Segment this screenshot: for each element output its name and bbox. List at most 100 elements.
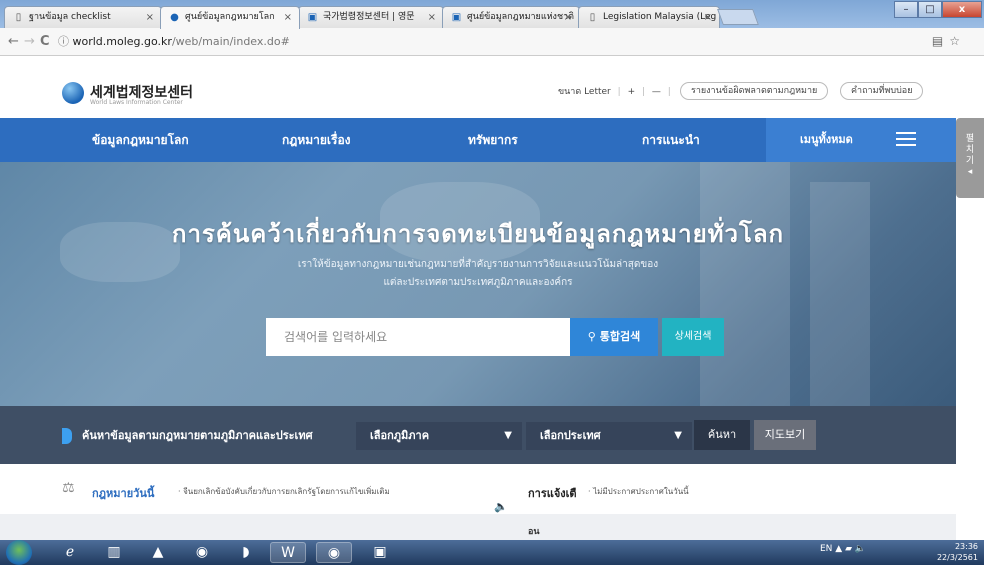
chevron-down-icon: ▼ bbox=[504, 430, 512, 441]
close-icon[interactable]: × bbox=[146, 7, 154, 28]
site-icon: ▣ bbox=[451, 12, 462, 23]
faq-button[interactable]: คำถามที่พบบ่อย bbox=[840, 82, 924, 100]
tab-label: ศูนย์ข้อมูลกฎหมายโลก bbox=[185, 12, 275, 22]
nav-item-resources[interactable]: ทรัพยากร bbox=[468, 118, 518, 162]
accent-marker bbox=[62, 428, 72, 444]
today-law-label[interactable]: กฎหมายวันนี้ bbox=[92, 484, 154, 502]
filter-search-button[interactable]: ค้นหา bbox=[694, 420, 750, 450]
tab-label: 국가법령정보센터 | 영문 bbox=[323, 12, 415, 22]
notice-label[interactable]: การแจ้งเตื bbox=[528, 484, 577, 502]
hero-title: การค้นคว้าเกี่ยวกับการจดทะเบียนข้อมูลกฎห… bbox=[171, 220, 785, 248]
start-button[interactable] bbox=[6, 540, 32, 565]
chrome-icon[interactable]: ◉ bbox=[184, 542, 220, 563]
today-law-text[interactable]: · จีนยกเลิกข้อบังคับเกี่ยวกับการยกเลิกรั… bbox=[178, 485, 390, 498]
site-header: 세계법제정보센터 World Laws Information Center ข… bbox=[0, 56, 984, 118]
search-icon: ⚲ bbox=[587, 330, 596, 343]
notice-strip-text: อน bbox=[528, 527, 540, 537]
star-icon[interactable]: ☆ bbox=[949, 34, 966, 48]
address-bar: ← → C ⓘ world.moleg.go.kr/web/main/index… bbox=[0, 28, 984, 56]
nav-item-law-topics[interactable]: กฎหมายเรื่อง bbox=[282, 118, 351, 162]
close-window-button[interactable]: x bbox=[942, 1, 982, 18]
notice-strip: อน bbox=[0, 514, 956, 540]
info-icon: ⓘ bbox=[58, 35, 69, 48]
map-view-button[interactable]: 지도보기 bbox=[754, 420, 816, 450]
close-icon[interactable]: × bbox=[564, 7, 572, 28]
size-label: ขนาด Letter bbox=[558, 87, 611, 97]
browser-tab-korean-law[interactable]: ▣ 국가법령정보센터 | 영문 × bbox=[298, 6, 444, 28]
back-icon[interactable]: ← bbox=[8, 34, 19, 49]
browser-tab-bar: ▯ ฐานข้อมูล checklist × ● ศูนย์ข้อมูลกฎห… bbox=[0, 0, 984, 29]
hero-banner: การค้นคว้าเกี่ยวกับการจดทะเบียนข้อมูลกฎห… bbox=[0, 162, 956, 406]
zoom-out-button[interactable]: — bbox=[652, 87, 661, 97]
report-error-button[interactable]: รายงานข้อผิดพลาดตามกฎหมาย bbox=[680, 82, 829, 100]
close-icon[interactable]: × bbox=[284, 7, 292, 28]
url-field[interactable]: ⓘ world.moleg.go.kr/web/main/index.do# bbox=[58, 32, 290, 52]
hamburger-icon bbox=[896, 132, 916, 146]
integrated-search-button[interactable]: ⚲ 통합검색 bbox=[570, 318, 658, 356]
filter-label: ค้นหาข้อมูลตามกฎหมายตามภูมิภาคและประเทศ bbox=[82, 429, 313, 442]
browser-tab-national-law[interactable]: ▣ ศูนย์ข้อมูลกฎหมายแห่งชาติ × bbox=[442, 6, 580, 28]
app-icon[interactable]: ◗ bbox=[228, 542, 264, 563]
region-select-value: เลือกภูมิภาค bbox=[370, 429, 430, 442]
country-select[interactable]: เลือกประเทศ ▼ bbox=[526, 422, 692, 450]
all-menu-button[interactable]: เมนูทั้งหมด bbox=[766, 118, 956, 162]
gavel-icon: ⚖ bbox=[62, 480, 75, 496]
url-host: world.moleg.go.kr bbox=[72, 35, 172, 48]
windows-taskbar: ℯ ▥ ▲ ◉ ◗ W ◉ ▣ EN ▲ ▰ 🔈 23:36 22/3/2561 bbox=[0, 540, 984, 565]
chrome-window-icon[interactable]: ◉ bbox=[316, 542, 352, 563]
browser-tab-world-law[interactable]: ● ศูนย์ข้อมูลกฎหมายโลก × bbox=[160, 6, 300, 29]
hero-desc-line2: แต่ละประเทศตามประเทศภูมิภาคและองค์กร bbox=[383, 277, 573, 288]
clock-date: 22/3/2561 bbox=[936, 553, 978, 562]
hero-desc-line1: เราให้ข้อมูลทางกฎหมายเช่นกฎหมายที่สำคัญร… bbox=[297, 259, 659, 270]
system-tray: EN ▲ ▰ 🔈 bbox=[820, 544, 866, 554]
expand-side-tab[interactable]: 펼 치 기 ◂ bbox=[956, 118, 984, 198]
line-icon[interactable]: ▣ bbox=[362, 542, 398, 563]
vlc-icon[interactable]: ▲ bbox=[140, 542, 176, 563]
new-tab-button[interactable] bbox=[717, 9, 759, 25]
close-icon[interactable]: × bbox=[704, 7, 712, 28]
url-path: /web/main/index.do# bbox=[171, 35, 290, 48]
globe-logo-icon[interactable] bbox=[62, 82, 84, 104]
forward-icon[interactable]: → bbox=[24, 34, 35, 49]
window-controls: – □ x bbox=[894, 1, 982, 19]
tab-label: Legislation Malaysia (Leg bbox=[603, 12, 717, 22]
clock-time: 23:36 bbox=[954, 542, 978, 551]
region-filter-bar: ค้นหาข้อมูลตามกฎหมายตามภูมิภาคและประเทศ … bbox=[0, 406, 956, 464]
minimize-button[interactable]: – bbox=[894, 1, 918, 18]
site-icon: ● bbox=[170, 12, 179, 23]
font-size-controls: ขนาด Letter | + | — | bbox=[558, 87, 671, 97]
maximize-button[interactable]: □ bbox=[918, 1, 942, 18]
internet-explorer-icon[interactable]: ℯ bbox=[52, 542, 88, 563]
address-bar-actions: ▤☆ bbox=[932, 34, 966, 48]
translate-icon[interactable]: ▤ bbox=[932, 34, 949, 48]
zoom-in-button[interactable]: + bbox=[628, 87, 636, 97]
all-menu-label: เมนูทั้งหมด bbox=[800, 133, 853, 146]
volume-icon[interactable]: 🔈 bbox=[855, 544, 866, 554]
nav-item-world-law[interactable]: ข้อมูลกฎหมายโลก bbox=[92, 118, 189, 162]
word-icon[interactable]: W bbox=[270, 542, 306, 563]
hero-description: เราให้ข้อมูลทางกฎหมายเช่นกฎหมายที่สำคัญร… bbox=[0, 256, 956, 292]
search-input[interactable]: 검색어를 입력하세요 bbox=[266, 318, 570, 356]
site-icon: ▣ bbox=[307, 12, 318, 23]
reload-icon[interactable]: C bbox=[40, 34, 50, 49]
search-button-label: 통합검색 bbox=[599, 330, 641, 343]
browser-tab-checklist[interactable]: ▯ ฐานข้อมูล checklist × bbox=[4, 6, 162, 28]
tab-label: ศูนย์ข้อมูลกฎหมายแห่งชาติ bbox=[467, 12, 574, 22]
system-clock[interactable]: 23:36 22/3/2561 bbox=[937, 541, 978, 563]
site-logo-subtitle: World Laws Information Center bbox=[90, 99, 183, 106]
region-select[interactable]: เลือกภูมิภาค ▼ bbox=[356, 422, 522, 450]
main-navigation: ข้อมูลกฎหมายโลก กฎหมายเรื่อง ทรัพยากร กา… bbox=[0, 118, 956, 162]
nav-item-introduction[interactable]: การแนะนำ bbox=[642, 118, 700, 162]
close-icon[interactable]: × bbox=[428, 7, 436, 28]
language-indicator[interactable]: EN bbox=[820, 544, 832, 554]
tray-arrow-icon[interactable]: ▲ bbox=[835, 544, 845, 554]
info-bar: ⚖ กฎหมายวันนี้ · จีนยกเลิกข้อบังคับเกี่ย… bbox=[0, 464, 984, 514]
browser-tab-legislation-malaysia[interactable]: ▯ Legislation Malaysia (Leg × bbox=[578, 6, 720, 28]
page-icon: ▯ bbox=[15, 12, 22, 23]
advanced-search-button[interactable]: 상세검색 bbox=[662, 318, 724, 356]
file-explorer-icon[interactable]: ▥ bbox=[96, 542, 132, 563]
chevron-down-icon: ▼ bbox=[674, 430, 682, 441]
speaker-icon: 🔈 bbox=[494, 500, 508, 513]
notice-text: · ไม่มีประกาศประกาศในวันนี้ bbox=[588, 487, 689, 496]
network-icon[interactable]: ▰ bbox=[845, 544, 855, 554]
